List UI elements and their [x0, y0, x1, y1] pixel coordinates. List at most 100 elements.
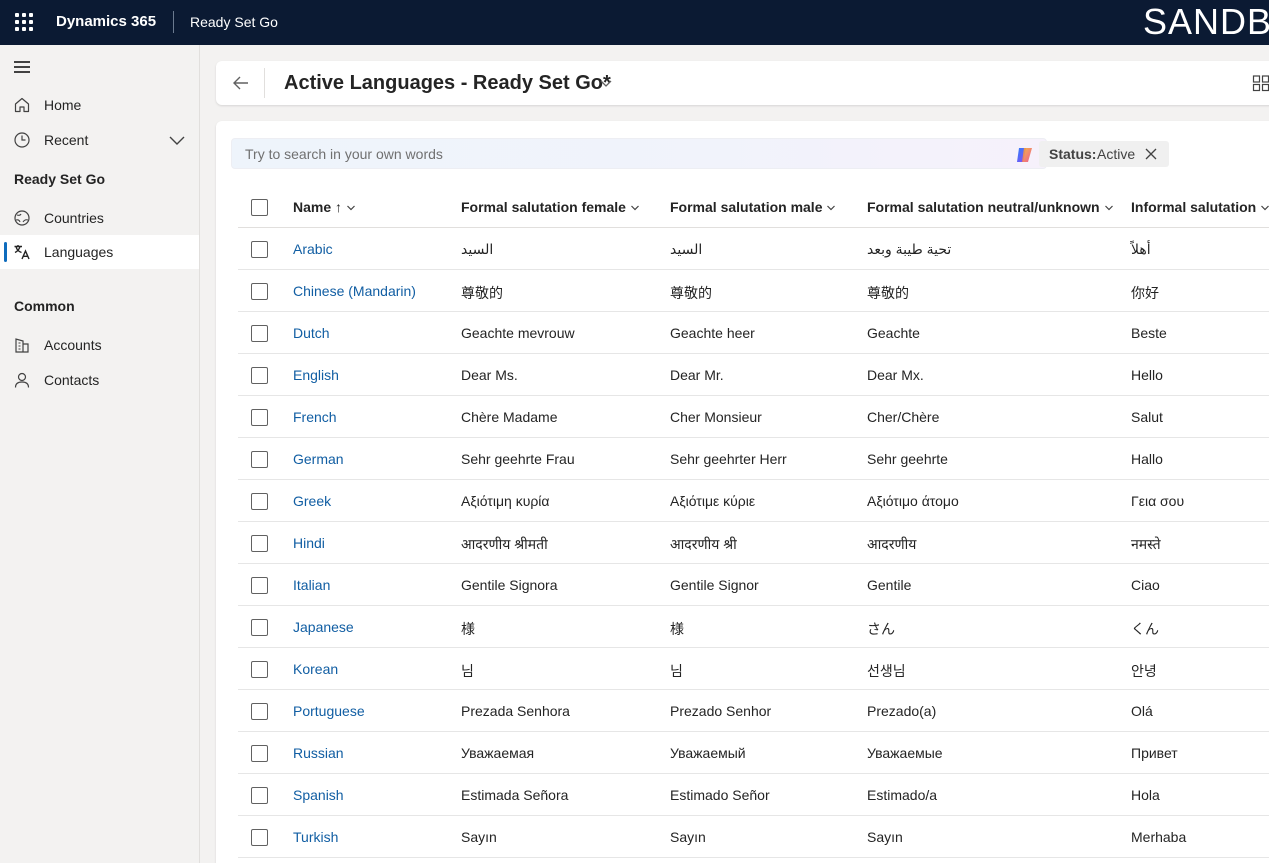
row-checkbox[interactable]: [251, 787, 268, 804]
language-name-link[interactable]: Spanish: [293, 787, 344, 803]
back-arrow-icon[interactable]: [230, 72, 252, 94]
row-checkbox[interactable]: [251, 745, 268, 762]
close-icon[interactable]: [1143, 146, 1159, 162]
row-checkbox[interactable]: [251, 619, 268, 636]
language-name-link[interactable]: Dutch: [293, 325, 330, 341]
cell-formal-neutral: Geachte: [867, 325, 920, 341]
grid-view-icon[interactable]: [1252, 74, 1269, 92]
sidebar-item-home[interactable]: Home: [0, 88, 199, 122]
app-module-name[interactable]: Ready Set Go: [190, 14, 278, 30]
cell-formal-male: Cher Monsieur: [670, 409, 762, 425]
language-name-link[interactable]: Arabic: [293, 241, 333, 257]
cell-formal-neutral: تحية طيبة وبعد: [867, 241, 952, 257]
table-row[interactable]: English Dear Ms. Dear Mr. Dear Mx. Hello: [238, 354, 1269, 396]
cell-formal-male: Αξιότιμε κύριε: [670, 493, 756, 509]
row-checkbox[interactable]: [251, 241, 268, 258]
table-row[interactable]: Arabic السيد السيد تحية طيبة وبعد أهلاً: [238, 228, 1269, 270]
column-header-formal-female[interactable]: Formal salutation female: [461, 199, 640, 215]
row-checkbox[interactable]: [251, 451, 268, 468]
view-title[interactable]: Active Languages - Ready Set Go*: [284, 72, 611, 95]
language-name-link[interactable]: Japanese: [293, 619, 354, 635]
cell-informal: Ciao: [1131, 577, 1160, 593]
language-name-link[interactable]: English: [293, 367, 339, 383]
cell-informal: Salut: [1131, 409, 1163, 425]
chevron-down-icon[interactable]: [599, 78, 613, 90]
cell-formal-neutral: आदरणीय: [867, 536, 917, 552]
language-name-link[interactable]: Chinese (Mandarin): [293, 283, 416, 299]
sidebar-item-label: Recent: [44, 132, 89, 148]
table-row[interactable]: German Sehr geehrte Frau Sehr geehrter H…: [238, 438, 1269, 480]
language-name-link[interactable]: German: [293, 451, 344, 467]
column-header-label: Name ↑: [293, 199, 343, 215]
table-row[interactable]: Dutch Geachte mevrouw Geachte heer Geach…: [238, 312, 1269, 354]
table-row[interactable]: Hindi आदरणीय श्रीमती आदरणीय श्री आदरणीय …: [238, 522, 1269, 564]
row-checkbox[interactable]: [251, 493, 268, 510]
cell-formal-male: Уважаемый: [670, 745, 746, 761]
row-checkbox[interactable]: [251, 829, 268, 846]
cell-formal-female: Sehr geehrte Frau: [461, 451, 575, 467]
sidebar-item-countries[interactable]: Countries: [0, 201, 199, 235]
sidebar-item-label: Accounts: [44, 337, 102, 353]
row-checkbox[interactable]: [251, 409, 268, 426]
language-name-link[interactable]: Turkish: [293, 829, 338, 845]
hamburger-menu-icon[interactable]: [14, 61, 30, 73]
table-row[interactable]: Korean 님 님 선생님 안녕: [238, 648, 1269, 690]
column-header-name[interactable]: Name ↑: [293, 199, 356, 215]
grid-panel: Status: Active Name ↑ Formal salutation …: [216, 121, 1269, 863]
table-row[interactable]: Russian Уважаемая Уважаемый Уважаемые Пр…: [238, 732, 1269, 774]
language-name-link[interactable]: Italian: [293, 577, 330, 593]
top-bar: Dynamics 365 Ready Set Go SANDBOX: [0, 0, 1269, 45]
cell-formal-female: Уважаемая: [461, 745, 535, 761]
status-filter-chip[interactable]: Status: Active: [1039, 141, 1169, 167]
language-name-link[interactable]: Hindi: [293, 535, 325, 551]
language-name-link[interactable]: Portuguese: [293, 703, 365, 719]
column-header-informal[interactable]: Informal salutation: [1131, 199, 1269, 215]
row-checkbox[interactable]: [251, 703, 268, 720]
copilot-icon[interactable]: [1015, 145, 1035, 165]
table-row[interactable]: Turkish Sayın Sayın Sayın Merhaba: [238, 816, 1269, 858]
language-name-link[interactable]: Korean: [293, 661, 338, 677]
cell-formal-neutral: Уважаемые: [867, 745, 943, 761]
sidebar-item-label: Home: [44, 97, 82, 113]
language-name-link[interactable]: Russian: [293, 745, 344, 761]
cell-formal-neutral: Sayın: [867, 829, 903, 845]
search-box[interactable]: [231, 138, 1047, 169]
row-checkbox[interactable]: [251, 283, 268, 300]
sidebar-item-accounts[interactable]: Accounts: [0, 328, 199, 362]
cell-informal: नमस्ते: [1131, 536, 1161, 552]
cell-formal-male: Geachte heer: [670, 325, 755, 341]
table-row[interactable]: Chinese (Mandarin) 尊敬的 尊敬的 尊敬的 你好: [238, 270, 1269, 312]
table-row[interactable]: Italian Gentile Signora Gentile Signor G…: [238, 564, 1269, 606]
select-all-checkbox[interactable]: [251, 199, 268, 216]
row-checkbox[interactable]: [251, 661, 268, 678]
language-name-link[interactable]: Greek: [293, 493, 331, 509]
cell-informal: Beste: [1131, 325, 1167, 341]
cell-informal: 你好: [1131, 285, 1159, 301]
cell-formal-male: Dear Mr.: [670, 367, 724, 383]
search-input[interactable]: [232, 139, 992, 168]
cell-formal-female: Estimada Señora: [461, 787, 569, 803]
row-checkbox[interactable]: [251, 577, 268, 594]
table-row[interactable]: Portuguese Prezada Senhora Prezado Senho…: [238, 690, 1269, 732]
row-checkbox[interactable]: [251, 535, 268, 552]
table-row[interactable]: Spanish Estimada Señora Estimado Señor E…: [238, 774, 1269, 816]
column-header-formal-neutral[interactable]: Formal salutation neutral/unknown: [867, 199, 1114, 215]
cell-formal-male: Sehr geehrter Herr: [670, 451, 787, 467]
column-header-formal-male[interactable]: Formal salutation male: [670, 199, 836, 215]
row-checkbox[interactable]: [251, 367, 268, 384]
app-launcher-icon[interactable]: [15, 13, 33, 31]
app-name[interactable]: Dynamics 365: [56, 13, 156, 30]
sidebar-item-contacts[interactable]: Contacts: [0, 363, 199, 397]
sidebar-item-recent[interactable]: Recent: [0, 123, 199, 157]
row-checkbox[interactable]: [251, 325, 268, 342]
cell-formal-neutral: Αξιότιμο άτομο: [867, 493, 959, 509]
sidebar-item-languages[interactable]: Languages: [0, 235, 199, 269]
grid-header-row: Name ↑ Formal salutation female Formal s…: [238, 185, 1269, 228]
language-name-link[interactable]: French: [293, 409, 337, 425]
column-header-label: Formal salutation neutral/unknown: [867, 199, 1100, 215]
chevron-down-icon[interactable]: [168, 132, 186, 148]
table-row[interactable]: Japanese 様 様 さん くん: [238, 606, 1269, 648]
cell-informal: くん: [1131, 621, 1159, 637]
table-row[interactable]: Greek Αξιότιμη κυρία Αξιότιμε κύριε Αξιό…: [238, 480, 1269, 522]
table-row[interactable]: French Chère Madame Cher Monsieur Cher/C…: [238, 396, 1269, 438]
